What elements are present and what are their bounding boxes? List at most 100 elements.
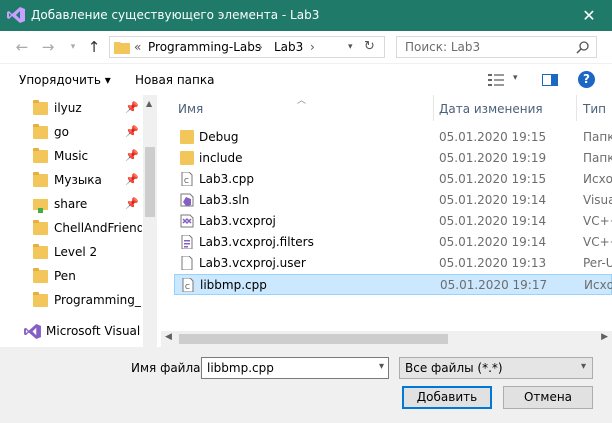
file-date: 05.01.2020 19:14: [439, 235, 547, 249]
file-name: Debug: [199, 130, 239, 144]
file-row[interactable]: include 05.01.2020 19:19 Папк: [174, 148, 612, 169]
column-header-date[interactable]: Дата изменения: [439, 102, 543, 128]
file-row[interactable]: Lab3.vcxproj.user 05.01.2020 19:13 Per-U: [174, 253, 612, 274]
sidebar-item-label: Pen: [54, 269, 76, 283]
file-type: VC++: [583, 214, 612, 228]
file-list: Имя ︿ Дата изменения Тип Debug 05.01.202…: [157, 95, 612, 347]
scrollbar-thumb[interactable]: [179, 334, 448, 344]
folder-icon: [33, 268, 48, 283]
sidebar-item-share[interactable]: share 📌: [0, 193, 143, 217]
help-button[interactable]: ?: [578, 71, 595, 88]
new-folder-button[interactable]: Новая папка: [135, 73, 214, 87]
visual-studio-icon: [24, 324, 41, 339]
sidebar-scrollbar[interactable]: ▲: [143, 95, 157, 347]
pin-icon: 📌: [125, 197, 139, 210]
up-arrow-icon[interactable]: ↑: [84, 37, 104, 57]
file-row-selected[interactable]: C libbmp.cpp 05.01.2020 19:17 Исхо: [174, 274, 612, 295]
folder-icon: [33, 220, 48, 235]
file-row[interactable]: C Lab3.cpp 05.01.2020 19:15 Исхо: [174, 169, 612, 190]
file-name: Lab3.vcxproj.user: [199, 256, 306, 270]
file-row[interactable]: Lab3.vcxproj.filters 05.01.2020 19:14 VC…: [174, 232, 612, 253]
svg-text:C: C: [184, 177, 189, 185]
sidebar-item-chellandfriends[interactable]: ChellAndFriends: [0, 217, 143, 241]
solution-file-icon: [180, 193, 194, 207]
column-header-name[interactable]: Имя: [178, 102, 203, 128]
folder-icon: [33, 172, 48, 187]
search-icon: [576, 41, 589, 54]
forward-arrow-icon[interactable]: →: [38, 37, 58, 57]
cancel-button[interactable]: Отмена: [503, 386, 593, 409]
file-date: 05.01.2020 19:14: [439, 214, 547, 228]
sidebar-item-music[interactable]: Music 📌: [0, 145, 143, 169]
sidebar-item-label: Microsoft Visual S: [46, 324, 143, 338]
scroll-left-icon[interactable]: ◀: [165, 332, 172, 342]
sidebar-item-level-2[interactable]: Level 2: [0, 241, 143, 265]
file-list-horizontal-scrollbar[interactable]: ◀ ▶: [161, 331, 612, 347]
folder-icon: [180, 130, 194, 144]
file-type-filter-select[interactable]: Все файлы (*.*) ▾: [399, 357, 593, 379]
sidebar-item-label: ChellAndFriends: [54, 221, 142, 235]
scrollbar-thumb[interactable]: [145, 147, 155, 217]
sidebar-item-muzyka[interactable]: Музыка 📌: [0, 169, 143, 193]
pin-icon: 📌: [125, 173, 139, 186]
breadcrumb-overflow[interactable]: «: [134, 40, 141, 54]
column-divider[interactable]: [576, 95, 577, 121]
preview-pane-icon[interactable]: [542, 74, 558, 86]
visual-studio-icon: [7, 7, 25, 23]
navigation-pane: ilyuz 📌 go 📌 Music 📌 Музыка 📌 share 📌 Ch…: [0, 95, 157, 347]
file-date: 05.01.2020 19:17: [440, 278, 548, 292]
sort-ascending-icon: ︿: [297, 96, 307, 106]
sidebar-item-label: Level 2: [54, 245, 98, 259]
sidebar-item-pen[interactable]: Pen: [0, 265, 143, 289]
organize-button[interactable]: Упорядочить ▾: [19, 73, 111, 87]
column-divider[interactable]: [433, 95, 434, 121]
close-button[interactable]: ✕: [566, 0, 612, 31]
breadcrumb-item[interactable]: Lab3: [274, 40, 303, 54]
file-row[interactable]: Debug 05.01.2020 19:15 Папк: [174, 127, 612, 148]
main-content: ilyuz 📌 go 📌 Music 📌 Музыка 📌 share 📌 Ch…: [0, 95, 612, 347]
breadcrumb-item[interactable]: Programming-Labs: [148, 40, 261, 54]
pin-icon: 📌: [125, 101, 139, 114]
sidebar-item-go[interactable]: go 📌: [0, 121, 143, 145]
project-file-icon: [180, 214, 194, 228]
file-row[interactable]: Lab3.sln 05.01.2020 19:14 Visua: [174, 190, 612, 211]
svg-text:C: C: [185, 283, 190, 291]
sidebar-item-programming[interactable]: Programming_L: [0, 289, 143, 313]
search-box[interactable]: Поиск: Lab3: [396, 36, 597, 58]
file-row[interactable]: Lab3.vcxproj 05.01.2020 19:14 VC++: [174, 211, 612, 232]
chevron-down-icon[interactable]: ▾: [581, 361, 586, 372]
scroll-right-icon[interactable]: ▶: [601, 332, 608, 342]
scroll-up-icon[interactable]: ▲: [146, 99, 152, 108]
filename-value[interactable]: libbmp.cpp: [207, 361, 274, 375]
sidebar-item-label: Programming_L: [54, 293, 142, 307]
filename-field[interactable]: libbmp.cpp ▾: [201, 357, 389, 379]
sidebar-item-ilyuz[interactable]: ilyuz 📌: [0, 97, 143, 121]
file-name: libbmp.cpp: [200, 278, 267, 292]
pin-icon: 📌: [125, 125, 139, 138]
search-placeholder: Поиск: Lab3: [405, 40, 481, 54]
address-dropdown-icon[interactable]: ▾: [348, 42, 353, 52]
shared-folder-icon: [33, 199, 48, 213]
column-header-type[interactable]: Тип: [583, 102, 606, 128]
view-options-chevron-icon[interactable]: ▾: [513, 73, 518, 83]
refresh-icon[interactable]: ↻: [364, 39, 380, 55]
breadcrumb-separator[interactable]: ›: [310, 40, 315, 54]
window-title: Добавление существующего элемента - Lab3: [31, 8, 320, 22]
user-file-icon: [181, 256, 193, 270]
cpp-file-icon: C: [182, 278, 194, 292]
folder-icon: [33, 244, 48, 259]
file-type: Папк: [583, 130, 612, 144]
file-type: Папк: [583, 151, 612, 165]
pin-icon: 📌: [125, 149, 139, 162]
file-type: VC++: [583, 235, 612, 249]
chevron-down-icon[interactable]: ▾: [379, 361, 384, 372]
recent-locations-chevron-icon[interactable]: ▾: [63, 37, 83, 57]
file-name: Lab3.vcxproj: [199, 214, 276, 228]
breadcrumb-separator[interactable]: ›: [258, 40, 263, 54]
cpp-file-icon: C: [181, 172, 193, 186]
view-details-icon[interactable]: [488, 74, 504, 86]
sidebar-item-visual-studio[interactable]: Microsoft Visual S: [0, 320, 143, 344]
add-button[interactable]: Добавить: [402, 386, 492, 409]
back-arrow-icon[interactable]: ←: [12, 37, 32, 57]
address-bar[interactable]: « Programming-Labs › Lab3 › ▾ ↻: [109, 36, 385, 58]
